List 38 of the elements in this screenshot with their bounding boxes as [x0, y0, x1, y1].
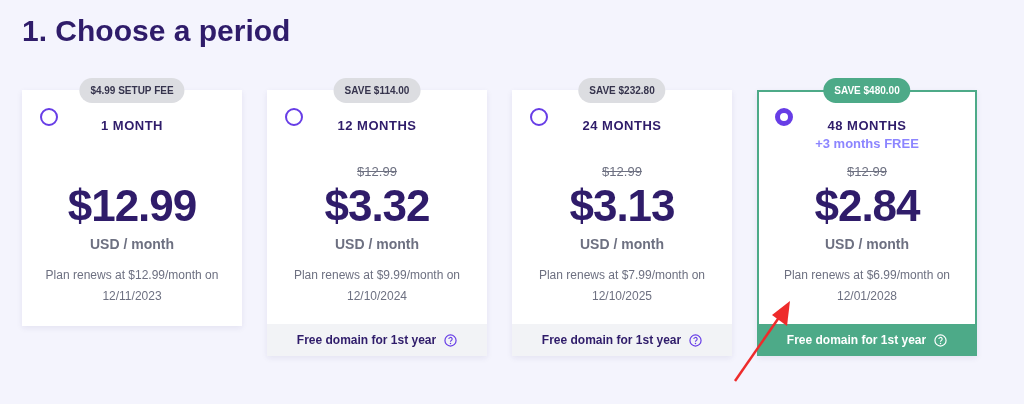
plan-price: $2.84	[814, 184, 920, 228]
discount-badge: $4.99 SETUP FEE	[79, 78, 185, 103]
renewal-date: 12/10/2025	[590, 288, 653, 305]
old-price: $12.99	[602, 163, 642, 181]
old-price: $12.99	[847, 163, 887, 181]
renewal-date: 12/01/2028	[835, 288, 898, 305]
discount-badge: SAVE $232.80	[578, 78, 666, 103]
renewal-date: 12/11/2023	[101, 288, 163, 305]
renewal-text: Plan renews at $6.99/month on	[783, 267, 951, 284]
renewal-date: 12/10/2024	[345, 288, 408, 305]
radio-button[interactable]	[40, 108, 58, 126]
renewal-text: Plan renews at $7.99/month on	[538, 267, 706, 284]
radio-button[interactable]	[775, 108, 793, 126]
plan-period: 48 MONTHS	[827, 117, 907, 134]
help-icon[interactable]	[444, 333, 458, 347]
price-unit: USD / month	[580, 235, 664, 254]
renewal-text: Plan renews at $9.99/month on	[293, 267, 461, 284]
domain-text: Free domain for 1st year	[541, 332, 682, 349]
radio-button[interactable]	[530, 108, 548, 126]
radio-button[interactable]	[285, 108, 303, 126]
discount-badge: SAVE $480.00	[823, 78, 911, 103]
plan-period: 1 MONTH	[101, 117, 163, 134]
plan-price: $12.99	[67, 184, 197, 228]
renewal-text: Plan renews at $12.99/month on	[45, 267, 219, 284]
price-unit: USD / month	[335, 235, 419, 254]
domain-text: Free domain for 1st year	[296, 332, 437, 349]
help-icon[interactable]	[689, 333, 703, 347]
price-unit: USD / month	[825, 235, 909, 254]
discount-badge: SAVE $114.00	[333, 78, 421, 103]
bonus-text: +3 months FREE	[815, 135, 919, 153]
plan-period: 24 MONTHS	[582, 117, 662, 134]
plan-period: 12 MONTHS	[337, 117, 417, 134]
plan-price: $3.32	[324, 184, 430, 228]
plan-price: $3.13	[569, 184, 675, 228]
domain-text: Free domain for 1st year	[786, 332, 927, 349]
old-price: $12.99	[357, 163, 397, 181]
page-heading: 1. Choose a period	[22, 13, 291, 49]
price-unit: USD / month	[90, 235, 174, 254]
